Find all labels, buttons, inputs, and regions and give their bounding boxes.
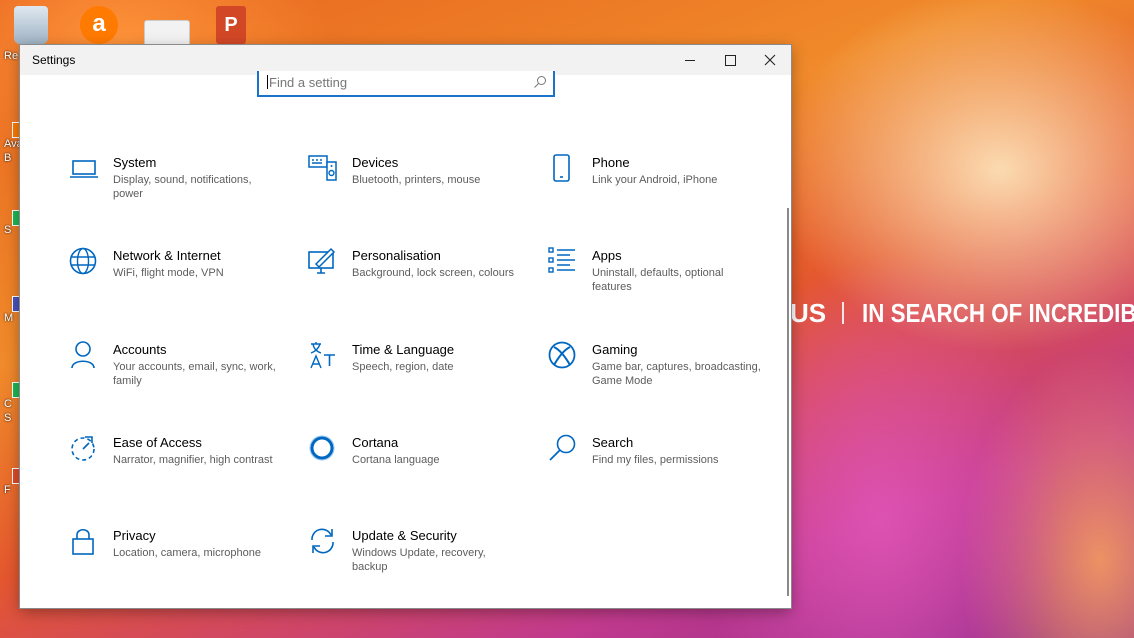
time-language-icon (308, 340, 338, 370)
document-shortcut-icon[interactable] (144, 20, 190, 48)
tile-system[interactable]: System Display, sound, notifications, po… (69, 153, 299, 233)
tile-description: Cortana language (352, 454, 440, 466)
tile-ease-of-access[interactable]: Ease of Access Narrator, magnifier, high… (69, 433, 299, 513)
tile-privacy[interactable]: Privacy Location, camera, microphone (69, 526, 299, 606)
tile-accounts[interactable]: Accounts Your accounts, email, sync, wor… (69, 340, 299, 420)
tile-description: Location, camera, microphone (113, 547, 261, 559)
tile-description: Background, lock screen, colours (352, 267, 515, 279)
window-title: Settings (32, 53, 76, 67)
keyboard-speaker-icon (308, 153, 338, 183)
tile-personalisation[interactable]: Personalisation Background, lock screen,… (308, 246, 538, 326)
person-icon (69, 340, 99, 370)
tile-title: Time & Language (352, 342, 455, 357)
tile-description: Your accounts, email, sync, work, family (113, 361, 276, 387)
minimize-icon (685, 59, 695, 61)
tile-gaming[interactable]: Gaming Game bar, captures, broadcasting,… (548, 340, 778, 420)
lock-icon (69, 526, 99, 556)
tile-title: Phone (592, 155, 630, 170)
brand-slogan: IN SEARCH OF INCREDIBLE (862, 298, 1134, 328)
tile-title: Accounts (113, 342, 167, 357)
tile-description: Display, sound, notifications, power (113, 174, 252, 200)
cortana-icon (308, 433, 338, 463)
search-placeholder: Find a setting (269, 75, 348, 90)
tile-title: Gaming (592, 342, 638, 357)
tile-title: Update & Security (352, 528, 457, 543)
tile-search[interactable]: Search Find my files, permissions (548, 433, 778, 513)
tile-description: Find my files, permissions (592, 454, 719, 466)
tile-title: Devices (352, 155, 399, 170)
phone-icon (548, 153, 578, 183)
tile-update-security[interactable]: Update & Security Windows Update, recove… (308, 526, 538, 606)
tile-description: Windows Update, recovery, backup (352, 547, 486, 573)
laptop-icon (69, 153, 99, 183)
sync-icon (308, 526, 338, 556)
tile-title: Cortana (352, 435, 399, 450)
tile-devices[interactable]: Devices Bluetooth, printers, mouse (308, 153, 538, 233)
desktop-icon-label: M (4, 312, 14, 324)
close-icon (764, 54, 776, 66)
text-caret (267, 75, 268, 89)
desktop-icon-label: S (4, 224, 12, 236)
scrollbar[interactable] (787, 208, 789, 596)
desktop-icon-label: B (4, 152, 12, 164)
tile-description: Link your Android, iPhone (592, 174, 718, 186)
desktop-icon-label: S (4, 412, 12, 424)
tile-description: Bluetooth, printers, mouse (352, 174, 481, 186)
tile-description: Narrator, magnifier, high contrast (113, 454, 273, 466)
brand-logo-partial: US (790, 298, 827, 328)
minimize-button[interactable] (670, 45, 710, 75)
tile-network[interactable]: Network & Internet WiFi, flight mode, VP… (69, 246, 299, 326)
powerpoint-icon[interactable]: P (216, 6, 246, 44)
settings-window: Settings Find a setting System Display, … (20, 45, 791, 608)
tile-phone[interactable]: Phone Link your Android, iPhone (548, 153, 778, 233)
tile-time-language[interactable]: Time & Language Speech, region, date (308, 340, 538, 420)
tile-title: System (113, 155, 157, 170)
close-button[interactable] (750, 45, 790, 75)
tile-description: Speech, region, date (352, 361, 454, 373)
maximize-button[interactable] (710, 45, 750, 75)
tile-description: WiFi, flight mode, VPN (113, 267, 224, 279)
xbox-icon (548, 340, 578, 370)
tile-title: Privacy (113, 528, 156, 543)
tile-apps[interactable]: Apps Uninstall, defaults, optional featu… (548, 246, 778, 326)
globe-icon (69, 246, 99, 276)
maximize-icon (724, 54, 736, 66)
paint-monitor-icon (308, 246, 338, 276)
tile-cortana[interactable]: Cortana Cortana language (308, 433, 538, 513)
tile-description: Uninstall, defaults, optional features (592, 267, 724, 293)
desktop-icon-label: C (4, 398, 12, 410)
avast-icon[interactable]: a (80, 6, 118, 44)
search-input[interactable]: Find a setting (257, 71, 555, 97)
tile-title: Personalisation (352, 248, 441, 263)
tile-title: Ease of Access (113, 435, 202, 450)
tile-description: Game bar, captures, broadcasting, Game M… (592, 361, 761, 387)
desktop-icon-label: F (4, 484, 11, 496)
tile-title: Apps (592, 248, 622, 263)
brand-separator (842, 302, 844, 324)
magnifier-icon (534, 76, 546, 88)
desktop-icon-label: Re (4, 50, 19, 62)
recycle-bin-icon[interactable] (14, 6, 48, 44)
tile-title: Network & Internet (113, 248, 221, 263)
ease-of-access-icon (69, 433, 99, 463)
tile-title: Search (592, 435, 634, 450)
search-icon (548, 433, 578, 463)
apps-list-icon (548, 246, 578, 276)
